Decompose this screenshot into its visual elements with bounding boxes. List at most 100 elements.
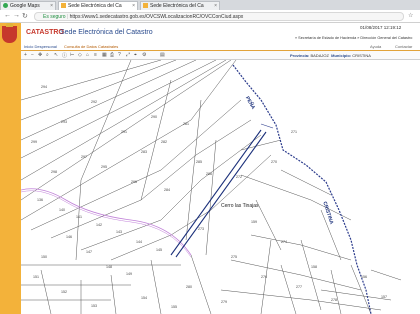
tab-label: Sede Electrónica del Ca xyxy=(68,3,122,9)
coat-of-arms-icon xyxy=(2,23,17,43)
document-icon[interactable]: ▤ xyxy=(160,52,165,58)
ruler-icon[interactable]: ⊢ xyxy=(70,52,74,58)
parcel-label: 146 xyxy=(66,235,72,239)
print-icon[interactable]: ⎙ xyxy=(110,52,114,58)
help-link[interactable]: Ayuda xyxy=(370,44,381,49)
parcel-label: 298 xyxy=(51,170,57,174)
back-icon[interactable]: ← xyxy=(4,12,11,19)
zoom-in-icon[interactable]: + xyxy=(24,52,27,58)
parcel-label: 280 xyxy=(186,285,192,289)
site-title[interactable]: Sede Electrónica del Catastro xyxy=(60,29,153,36)
search-icon[interactable]: ⌕ xyxy=(46,52,49,58)
parcel-label: 276 xyxy=(261,275,267,279)
parcel-label: 297 xyxy=(81,155,87,159)
pan-icon[interactable]: ✥ xyxy=(38,52,42,58)
datetime: 01/08/2017 12:19:12 xyxy=(360,25,402,30)
catastro-favicon-icon xyxy=(143,3,148,8)
help-icon[interactable]: ? xyxy=(118,52,121,58)
parcel-label: 291 xyxy=(121,130,127,134)
parcel-label: 271 xyxy=(291,130,297,134)
location-info: Provincia: BADAJOZ Municipio: CRISTINA xyxy=(290,53,371,58)
parcel-label: 272 xyxy=(236,175,242,179)
info-icon[interactable]: ⓘ xyxy=(62,52,67,59)
close-icon[interactable]: × xyxy=(214,2,217,10)
address-bar[interactable]: Es seguro | https://www1.sedecatastro.go… xyxy=(34,12,404,21)
cadastral-map[interactable]: PEÑA CRISTINA Cerro las Tinajas 281 282 … xyxy=(21,60,420,314)
province-label: Provincia: xyxy=(290,53,310,58)
parcel-label: 273 xyxy=(198,227,204,231)
close-icon[interactable]: × xyxy=(50,2,53,10)
parcel-label: 286 xyxy=(206,172,212,176)
parcel-label: 155 xyxy=(171,305,177,309)
menu-inicio[interactable]: Inicio Despersonal xyxy=(24,44,57,49)
select-icon[interactable]: ↖ xyxy=(54,52,58,58)
parcel-label: 147 xyxy=(86,250,92,254)
parcel-label: 144 xyxy=(136,240,142,244)
parcel-label: 142 xyxy=(96,223,102,227)
parcel-label: 274 xyxy=(281,240,287,244)
parcel-label: 148 xyxy=(106,265,112,269)
forward-icon[interactable]: → xyxy=(13,12,20,19)
layers-icon[interactable]: ≡ xyxy=(94,52,97,58)
reload-icon[interactable]: ↻ xyxy=(22,12,28,20)
contact-link[interactable]: Contactar xyxy=(395,44,412,49)
tab-google-maps[interactable]: Google Maps × xyxy=(0,1,56,10)
parcel-label: 150 xyxy=(41,255,47,259)
catastro-logo[interactable]: CATASTRO xyxy=(26,29,64,36)
tab-sede-1[interactable]: Sede Electrónica del Ca × xyxy=(58,1,138,10)
parcel-label: 151 xyxy=(33,275,39,279)
parcel-label: 145 xyxy=(156,248,162,252)
parcel-label: 278 xyxy=(331,298,337,302)
fullscreen-icon[interactable]: ⤢ xyxy=(126,52,130,58)
home-icon[interactable]: ⌂ xyxy=(86,52,89,58)
parcel-label: 157 xyxy=(381,295,387,299)
parcel-label: 296 xyxy=(131,180,137,184)
parcel-label: 143 xyxy=(116,230,122,234)
grid-icon[interactable]: ▦ xyxy=(102,52,107,58)
parcel-label: 283 xyxy=(141,150,147,154)
star-icon[interactable]: ☆ xyxy=(408,12,413,19)
parcel-label: 290 xyxy=(151,115,157,119)
parcel-label: 159 xyxy=(251,220,257,224)
locate-icon[interactable]: ⌖ xyxy=(134,52,137,58)
parcel-label: 292 xyxy=(91,100,97,104)
close-icon[interactable]: × xyxy=(132,2,135,10)
parcel-label: 299 xyxy=(31,140,37,144)
menu-consulta-datos[interactable]: Consulta de Datos Catastrales xyxy=(64,44,118,49)
parcel-label: 282 xyxy=(161,140,167,144)
tab-label: Google Maps xyxy=(10,3,40,9)
parcel-label: 277 xyxy=(296,285,302,289)
parcel-label: 140 xyxy=(59,208,65,212)
parcel-label: 270 xyxy=(271,160,277,164)
parcel-label: 294 xyxy=(41,85,47,89)
parcel-label: 136 xyxy=(37,198,43,202)
parcel-label: 281 xyxy=(183,122,189,126)
tab-label: Sede Electrónica del Ca xyxy=(150,3,204,9)
area-icon[interactable]: ◇ xyxy=(78,52,82,58)
parcel-label: 285 xyxy=(196,160,202,164)
settings-icon[interactable]: ⚙ xyxy=(142,52,146,58)
parcel-label: 141 xyxy=(76,215,82,219)
catastro-favicon-icon xyxy=(61,3,66,8)
province-value: BADAJOZ xyxy=(310,53,329,58)
maps-favicon-icon xyxy=(3,3,8,8)
zoom-out-icon[interactable]: − xyxy=(31,52,34,58)
place-label-cerro: Cerro las Tinajas xyxy=(221,203,259,209)
parcel-label: 156 xyxy=(361,275,367,279)
parcel-label: 149 xyxy=(126,272,132,276)
municipality-label: Municipio: xyxy=(331,53,352,58)
parcel-label: 275 xyxy=(231,255,237,259)
parcel-label: 154 xyxy=(141,296,147,300)
parcel-label: 158 xyxy=(311,265,317,269)
url-text: https://www1.sedecatastro.gob.es/OVCSWLo… xyxy=(69,14,244,20)
parcel-label: 284 xyxy=(164,188,170,192)
parcel-label: 279 xyxy=(221,300,227,304)
municipality-value: CRISTINA xyxy=(352,53,371,58)
parcel-label: 295 xyxy=(101,165,107,169)
secure-label: Es seguro xyxy=(43,14,66,20)
parcel-label: 152 xyxy=(61,290,67,294)
tab-sede-2[interactable]: Sede Electrónica del Ca × xyxy=(140,1,220,10)
parcel-label: 153 xyxy=(91,304,97,308)
ministry-links[interactable]: » Secretaría de Estado de Hacienda » Dir… xyxy=(295,36,412,40)
side-banner xyxy=(0,23,21,314)
